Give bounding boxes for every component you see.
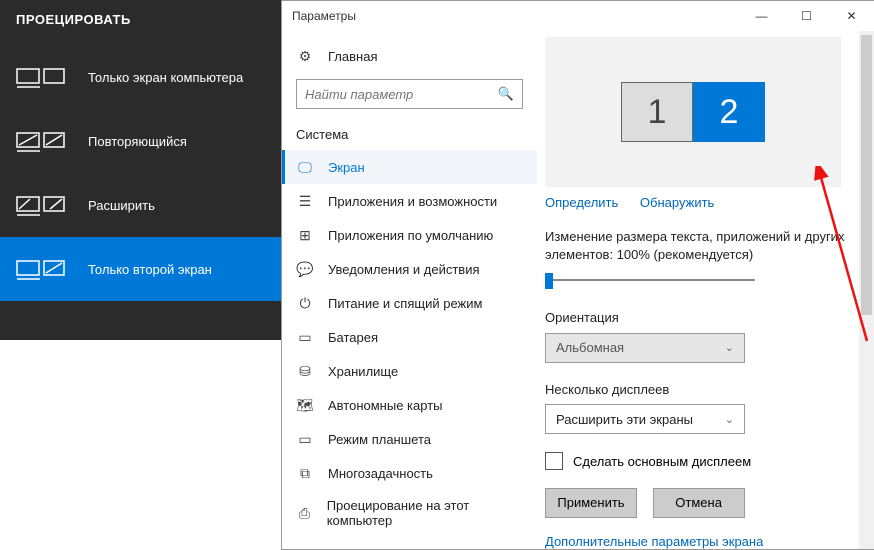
close-button[interactable]: ✕ [829, 1, 874, 31]
project-panel-title: ПРОЕЦИРОВАТЬ [0, 0, 281, 45]
extend-icon [16, 193, 66, 217]
maximize-button[interactable]: ☐ [784, 1, 829, 31]
sidebar-home[interactable]: ⚙ Главная [282, 39, 537, 73]
maps-icon: 🗺 [296, 396, 314, 414]
battery-icon: ▭ [296, 328, 314, 346]
power-icon: ⏻ [296, 294, 314, 312]
titlebar: Параметры — ☐ ✕ [282, 1, 874, 31]
close-icon: ✕ [846, 9, 856, 23]
apps-icon: ☰ [296, 192, 314, 210]
display-preview: 1 2 [545, 37, 841, 187]
maximize-icon: ☐ [801, 9, 812, 23]
sidebar-item-label: Режим планшета [328, 432, 431, 447]
settings-window: Параметры — ☐ ✕ ⚙ Главная 🔍 Система 🖵 Эк… [281, 0, 874, 550]
sidebar-item-battery[interactable]: ▭ Батарея [282, 320, 537, 354]
display-actions: Определить Обнаружить [545, 195, 860, 210]
duplicate-icon [16, 129, 66, 153]
monitor-1[interactable]: 1 [621, 82, 693, 142]
multitask-icon: ⧉ [296, 464, 314, 482]
apply-button[interactable]: Применить [545, 488, 637, 518]
monitor-2[interactable]: 2 [693, 82, 765, 142]
sidebar-home-label: Главная [328, 49, 377, 64]
sidebar-item-label: Уведомления и действия [328, 262, 480, 277]
multi-display-value: Расширить эти экраны [556, 412, 693, 427]
sidebar-item-label: Приложения и возможности [328, 194, 497, 209]
sidebar-item-label: Хранилище [328, 364, 398, 379]
minimize-icon: — [756, 9, 768, 23]
display-icon: 🖵 [296, 158, 314, 176]
sidebar-item-label: Экран [328, 160, 365, 175]
main-display-checkbox[interactable]: Сделать основным дисплеем [545, 452, 860, 470]
second-only-icon [16, 257, 66, 281]
chevron-down-icon: ⌄ [725, 413, 734, 426]
sidebar-item-label: Многозадачность [328, 466, 433, 481]
sidebar-item-label: Приложения по умолчанию [328, 228, 493, 243]
cancel-button[interactable]: Отмена [653, 488, 745, 518]
pc-only-icon [16, 65, 66, 89]
minimize-button[interactable]: — [739, 1, 784, 31]
window-title: Параметры [292, 9, 356, 23]
scale-slider[interactable] [545, 269, 755, 291]
main-display-label: Сделать основным дисплеем [573, 454, 751, 469]
checkbox-box [545, 452, 563, 470]
advanced-display-link[interactable]: Дополнительные параметры экрана [545, 534, 763, 549]
vertical-scrollbar[interactable] [859, 31, 874, 549]
search-input-wrap[interactable]: 🔍 [296, 79, 523, 109]
project-option-label: Только второй экран [88, 262, 212, 277]
project-option-second-only[interactable]: Только второй экран [0, 237, 281, 301]
sidebar-item-apps[interactable]: ☰ Приложения и возможности [282, 184, 537, 218]
sidebar-item-storage[interactable]: ⛁ Хранилище [282, 354, 537, 388]
identify-link[interactable]: Определить [545, 195, 618, 210]
sidebar-item-label: Питание и спящий режим [328, 296, 482, 311]
project-option-label: Расширить [88, 198, 155, 213]
sidebar-item-label: Проецирование на этот компьютер [327, 498, 523, 528]
settings-sidebar: ⚙ Главная 🔍 Система 🖵 Экран ☰ Приложения… [282, 31, 537, 549]
settings-content: 1 2 Определить Обнаружить Изменение разм… [537, 31, 874, 549]
orientation-select[interactable]: Альбомная ⌄ [545, 333, 745, 363]
storage-icon: ⛁ [296, 362, 314, 380]
sidebar-section-label: Система [282, 121, 537, 150]
notifications-icon: 💬 [296, 260, 314, 278]
tablet-icon: ▭ [296, 430, 314, 448]
slider-track [545, 279, 755, 281]
project-panel: ПРОЕЦИРОВАТЬ Только экран компьютера Пов… [0, 0, 281, 340]
sidebar-item-label: Автономные карты [328, 398, 443, 413]
detect-link[interactable]: Обнаружить [640, 195, 714, 210]
sidebar-item-power[interactable]: ⏻ Питание и спящий режим [282, 286, 537, 320]
projection-icon: ⎙ [296, 504, 313, 522]
sidebar-item-tablet[interactable]: ▭ Режим планшета [282, 422, 537, 456]
scale-label: Изменение размера текста, приложений и д… [545, 228, 860, 263]
chevron-down-icon: ⌄ [725, 341, 734, 354]
project-option-label: Повторяющийся [88, 134, 187, 149]
sidebar-item-notifications[interactable]: 💬 Уведомления и действия [282, 252, 537, 286]
search-icon: 🔍 [498, 86, 514, 102]
scrollbar-thumb[interactable] [861, 35, 872, 315]
sidebar-item-maps[interactable]: 🗺 Автономные карты [282, 388, 537, 422]
project-option-extend[interactable]: Расширить [0, 173, 281, 237]
multi-display-select[interactable]: Расширить эти экраны ⌄ [545, 404, 745, 434]
sidebar-item-label: Батарея [328, 330, 378, 345]
search-input[interactable] [305, 87, 498, 102]
sidebar-item-projection[interactable]: ⎙ Проецирование на этот компьютер [282, 490, 537, 536]
gear-icon: ⚙ [296, 47, 314, 65]
orientation-label: Ориентация [545, 309, 860, 327]
sidebar-item-multitask[interactable]: ⧉ Многозадачность [282, 456, 537, 490]
multi-display-label: Несколько дисплеев [545, 381, 860, 399]
orientation-value: Альбомная [556, 340, 624, 355]
project-option-duplicate[interactable]: Повторяющийся [0, 109, 281, 173]
sidebar-item-display[interactable]: 🖵 Экран [282, 150, 537, 184]
default-apps-icon: ⊞ [296, 226, 314, 244]
project-option-pc-only[interactable]: Только экран компьютера [0, 45, 281, 109]
slider-thumb[interactable] [545, 273, 553, 289]
sidebar-item-default-apps[interactable]: ⊞ Приложения по умолчанию [282, 218, 537, 252]
project-option-label: Только экран компьютера [88, 70, 243, 85]
